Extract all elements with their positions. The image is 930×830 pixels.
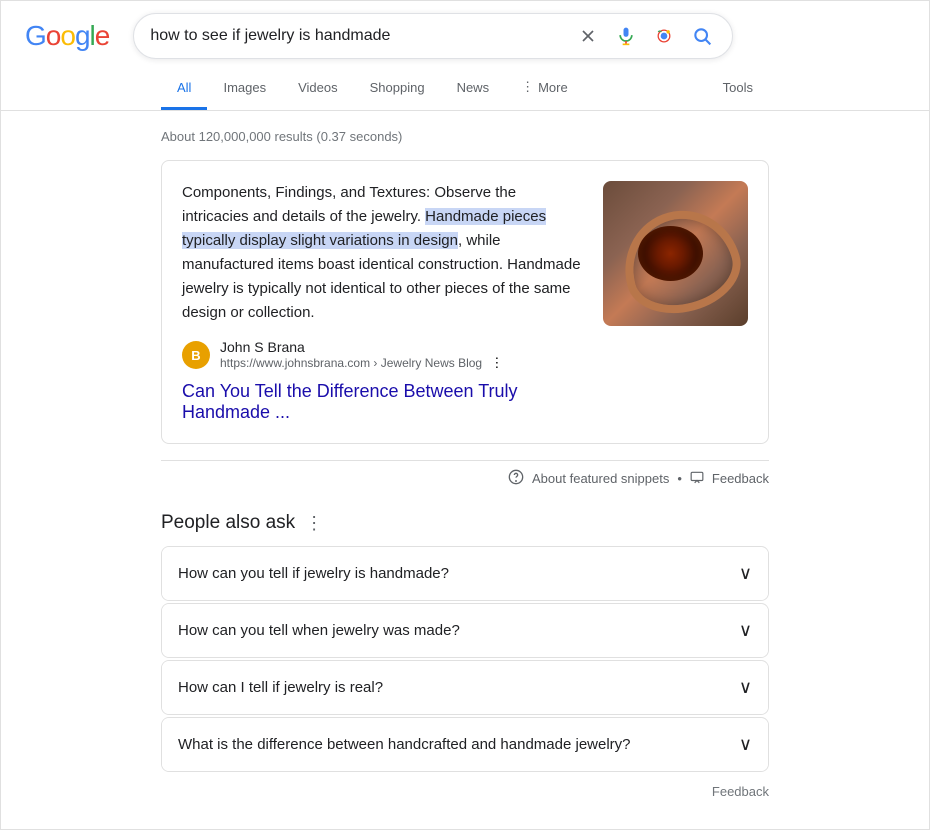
people-also-ask-section: People also ask ⋮ How can you tell if je… xyxy=(161,512,769,772)
tab-shopping[interactable]: Shopping xyxy=(354,68,441,110)
paa-header: People also ask ⋮ xyxy=(161,512,769,534)
paa-chevron-3: ∨ xyxy=(739,677,752,698)
paa-menu-icon[interactable]: ⋮ xyxy=(305,513,323,534)
source-url: https://www.johnsbrana.com › Jewelry New… xyxy=(220,355,583,371)
tab-news[interactable]: News xyxy=(441,68,506,110)
paa-chevron-1: ∨ xyxy=(739,563,752,584)
source-details: John S Brana https://www.johnsbrana.com … xyxy=(220,339,583,371)
footer-dot: • xyxy=(677,471,682,486)
paa-question-1[interactable]: How can you tell if jewelry is handmade?… xyxy=(162,547,768,600)
about-snippets-label[interactable]: About featured snippets xyxy=(532,471,669,486)
paa-chevron-2: ∨ xyxy=(739,620,752,641)
clear-search-button[interactable] xyxy=(574,22,602,50)
tab-tools[interactable]: Tools xyxy=(707,68,769,110)
source-info: B John S Brana https://www.johnsbrana.co… xyxy=(182,339,583,371)
snippet-body: Components, Findings, and Textures: Obse… xyxy=(182,181,583,325)
results-count: About 120,000,000 results (0.37 seconds) xyxy=(161,119,769,160)
paa-item-4: What is the difference between handcraft… xyxy=(161,717,769,772)
source-name: John S Brana xyxy=(220,339,583,355)
tab-all[interactable]: All xyxy=(161,68,207,110)
jewelry-image xyxy=(603,181,748,326)
logo-letter-e: e xyxy=(95,20,110,51)
snippet-footer: About featured snippets • Feedback xyxy=(161,460,769,492)
paa-chevron-4: ∨ xyxy=(739,734,752,755)
result-link[interactable]: Can You Tell the Difference Between Trul… xyxy=(182,381,583,423)
source-menu-icon: ⋮ xyxy=(490,355,503,371)
paa-item-2: How can you tell when jewelry was made? … xyxy=(161,603,769,658)
feedback-icon xyxy=(690,470,704,487)
search-icon xyxy=(692,26,712,46)
search-button[interactable] xyxy=(688,22,716,50)
search-bar: how to see if jewelry is handmade xyxy=(133,13,733,59)
featured-snippet: Components, Findings, and Textures: Obse… xyxy=(161,160,769,444)
search-input[interactable]: how to see if jewelry is handmade xyxy=(150,27,564,45)
microphone-icon xyxy=(616,26,636,46)
paa-question-3[interactable]: How can I tell if jewelry is real? ∨ xyxy=(162,661,768,714)
tab-images[interactable]: Images xyxy=(207,68,282,110)
paa-question-2[interactable]: How can you tell when jewelry was made? … xyxy=(162,604,768,657)
paa-title: People also ask xyxy=(161,512,295,534)
paa-question-text-3: How can I tell if jewelry is real? xyxy=(178,679,383,696)
source-menu-button[interactable]: ⋮ xyxy=(486,355,507,371)
results-area: About 120,000,000 results (0.37 seconds)… xyxy=(1,111,929,829)
snippet-text-area: Components, Findings, and Textures: Obse… xyxy=(182,181,583,423)
logo-letter-o2: o xyxy=(60,20,75,51)
voice-search-button[interactable] xyxy=(612,22,640,50)
paa-question-text-1: How can you tell if jewelry is handmade? xyxy=(178,565,449,582)
paa-question-text-2: How can you tell when jewelry was made? xyxy=(178,622,460,639)
tab-videos[interactable]: Videos xyxy=(282,68,354,110)
question-icon xyxy=(508,469,524,488)
close-icon xyxy=(578,26,598,46)
google-logo[interactable]: Google xyxy=(25,20,109,52)
image-search-button[interactable] xyxy=(650,22,678,50)
tab-more[interactable]: ⋮ More xyxy=(505,67,584,110)
paa-question-4[interactable]: What is the difference between handcraft… xyxy=(162,718,768,771)
snippet-feedback-label[interactable]: Feedback xyxy=(712,471,769,486)
bottom-feedback[interactable]: Feedback xyxy=(161,774,769,809)
logo-letter-g: G xyxy=(25,20,46,51)
paa-item-3: How can I tell if jewelry is real? ∨ xyxy=(161,660,769,715)
logo-letter-o1: o xyxy=(46,20,61,51)
more-dots-icon: ⋮ xyxy=(521,79,534,95)
camera-icon xyxy=(654,26,674,46)
logo-letter-g2: g xyxy=(75,20,90,51)
paa-question-text-4: What is the difference between handcraft… xyxy=(178,736,631,753)
search-tabs: All Images Videos Shopping News ⋮ More T… xyxy=(1,67,929,111)
paa-item-1: How can you tell if jewelry is handmade?… xyxy=(161,546,769,601)
source-favicon: B xyxy=(182,341,210,369)
